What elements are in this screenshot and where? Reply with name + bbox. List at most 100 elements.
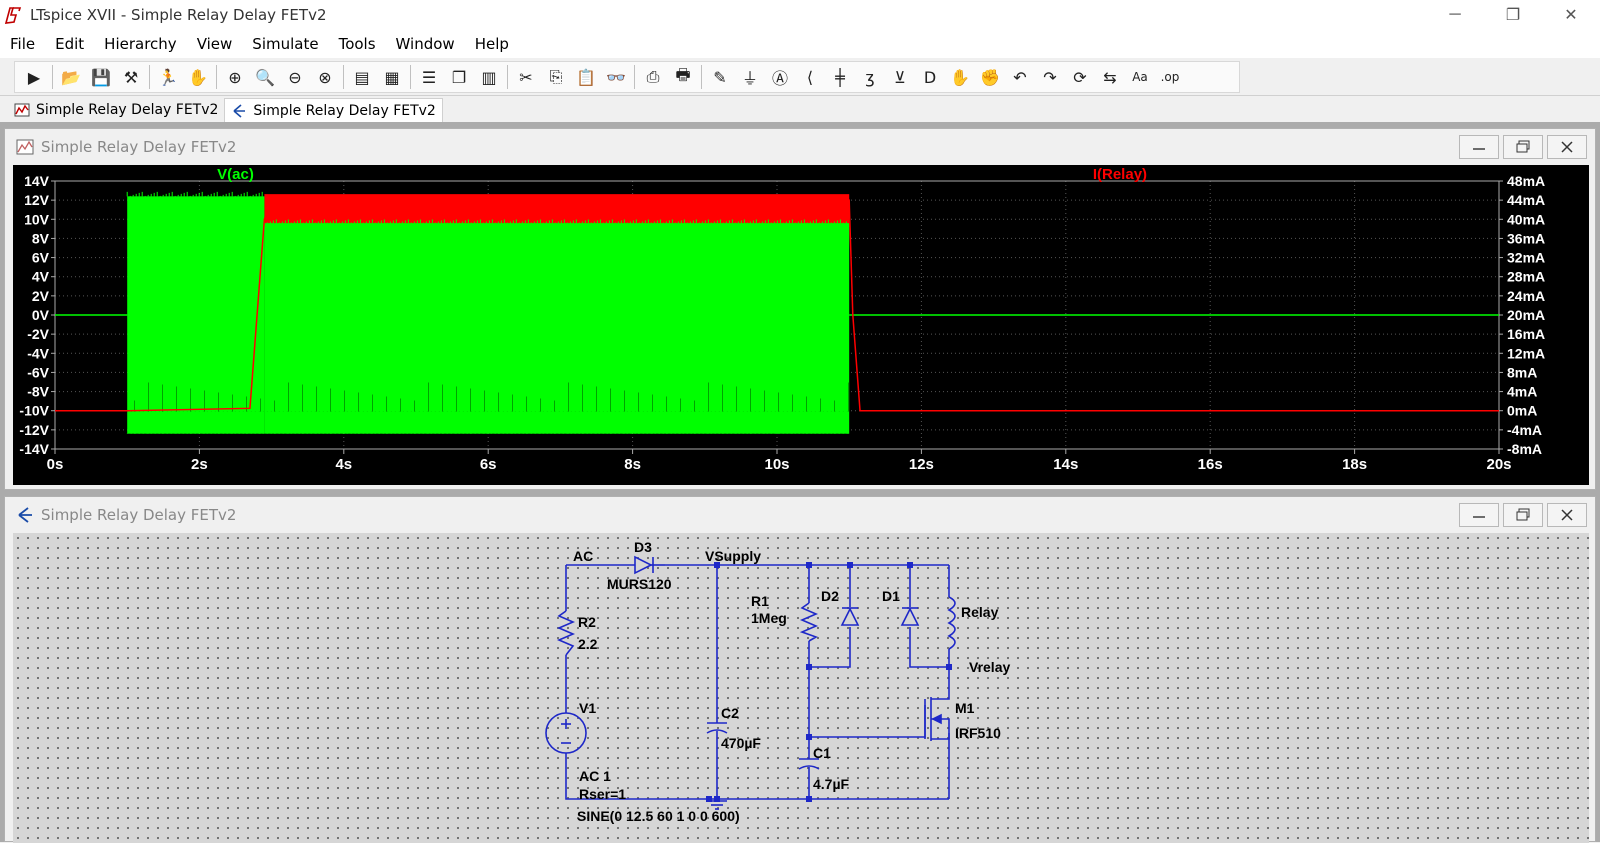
- diode-icon[interactable]: ⊻: [885, 63, 915, 91]
- grid-icon[interactable]: ▦: [377, 63, 407, 91]
- resistor-r2[interactable]: [556, 610, 576, 656]
- voltage-source-v1[interactable]: [545, 712, 587, 754]
- text-icon[interactable]: Aa: [1125, 63, 1155, 91]
- d3-value[interactable]: MURS120: [607, 576, 672, 592]
- wire-d1[interactable]: [909, 565, 949, 668]
- draw-wire-icon[interactable]: ✎: [705, 63, 735, 91]
- minimize-button[interactable]: ─: [1426, 0, 1484, 30]
- schematic-minimize-button[interactable]: [1459, 503, 1499, 527]
- y-right-tick-label: 36mA: [1507, 230, 1545, 246]
- c2-ref[interactable]: C2: [721, 705, 739, 721]
- d2-ref[interactable]: D2: [821, 588, 839, 604]
- capacitor-icon[interactable]: ╪: [825, 63, 855, 91]
- diode-d2[interactable]: [840, 607, 860, 626]
- menu-edit[interactable]: Edit: [45, 35, 94, 53]
- print-setup-icon[interactable]: ⎙: [638, 63, 668, 91]
- schematic-maximize-button[interactable]: [1503, 503, 1543, 527]
- component-icon[interactable]: D: [915, 63, 945, 91]
- wire-gate[interactable]: [809, 705, 926, 738]
- waveform-window-titlebar[interactable]: Simple Relay Delay FETv2: [5, 129, 1595, 165]
- y-left-tick-label: -10V: [19, 403, 49, 419]
- rotate-icon[interactable]: ⟳: [1065, 63, 1095, 91]
- wire-d2[interactable]: [809, 565, 851, 668]
- v1-line1[interactable]: AC 1: [579, 768, 611, 784]
- mosfet-m1[interactable]: [924, 693, 950, 741]
- halt-icon[interactable]: ✋: [183, 63, 213, 91]
- d3-ref[interactable]: D3: [634, 539, 652, 555]
- r2-value[interactable]: 2.2: [578, 636, 598, 652]
- relay-coil[interactable]: [947, 596, 956, 650]
- close-button[interactable]: ✕: [1542, 0, 1600, 30]
- net-label-ac[interactable]: AC: [573, 548, 593, 564]
- schematic-window-titlebar[interactable]: Simple Relay Delay FETv2: [5, 497, 1595, 533]
- d1-ref[interactable]: D1: [882, 588, 900, 604]
- toolbar-separator: [507, 65, 508, 89]
- print-icon-glyph: 🖶: [675, 64, 691, 84]
- open-icon[interactable]: 📂: [56, 63, 86, 91]
- net-label-vrelay[interactable]: Vrelay: [969, 659, 1010, 675]
- new-schematic-icon-glyph: ▶: [27, 67, 41, 87]
- diode-d3[interactable]: [634, 555, 665, 575]
- label-net-icon[interactable]: Ⓐ: [765, 63, 795, 91]
- cut-icon[interactable]: ✂: [511, 63, 541, 91]
- menu-tools[interactable]: Tools: [329, 35, 386, 53]
- spice-directive-icon[interactable]: .op: [1155, 63, 1185, 91]
- tile-horizontal-icon[interactable]: ☰: [414, 63, 444, 91]
- redo-icon[interactable]: ↷: [1035, 63, 1065, 91]
- menu-window[interactable]: Window: [386, 35, 465, 53]
- waveform-maximize-button[interactable]: [1503, 135, 1543, 159]
- c1-value[interactable]: 4.7µF: [813, 776, 850, 792]
- net-label-vsupply[interactable]: VSupply: [705, 548, 761, 564]
- tab-schematic[interactable]: Simple Relay Delay FETv2: [224, 98, 443, 122]
- menu-help[interactable]: Help: [465, 35, 519, 53]
- waveform-close-button[interactable]: [1547, 135, 1587, 159]
- menu-hierarchy[interactable]: Hierarchy: [94, 35, 187, 53]
- schematic-canvas[interactable]: AC VSupply Vrelay D3 MURS120 R2 2.2 V1 A…: [13, 533, 1589, 843]
- menu-file[interactable]: File: [0, 35, 45, 53]
- copy-icon[interactable]: ⎘: [541, 63, 571, 91]
- tile-vertical-icon[interactable]: ▥: [474, 63, 504, 91]
- undo-icon[interactable]: ↶: [1005, 63, 1035, 91]
- move-icon[interactable]: ✋: [945, 63, 975, 91]
- v1-line3[interactable]: SINE(0 12.5 60 1 0 0 600): [577, 808, 740, 824]
- m1-value[interactable]: IRF510: [955, 725, 1001, 741]
- save-icon[interactable]: 💾: [86, 63, 116, 91]
- r2-ref[interactable]: R2: [578, 614, 596, 630]
- c1-ref[interactable]: C1: [813, 745, 831, 761]
- waveform-minimize-button[interactable]: [1459, 135, 1499, 159]
- new-schematic-icon[interactable]: ▶: [19, 63, 49, 91]
- find-icon[interactable]: 👓: [601, 63, 631, 91]
- resistor-icon[interactable]: ⟨: [795, 63, 825, 91]
- schematic-window-title: Simple Relay Delay FETv2: [41, 506, 237, 524]
- tab-waveform[interactable]: Simple Relay Delay FETv2: [8, 98, 224, 122]
- restore-button[interactable]: ❐: [1484, 0, 1542, 30]
- y-left-tick-label: 12V: [24, 192, 50, 208]
- paste-icon[interactable]: 📋: [571, 63, 601, 91]
- zoom-in-icon[interactable]: ⊕: [220, 63, 250, 91]
- c2-value[interactable]: 470µF: [721, 735, 761, 751]
- menu-view[interactable]: View: [187, 35, 243, 53]
- r1-ref[interactable]: R1: [751, 593, 769, 609]
- schematic-close-button[interactable]: [1547, 503, 1587, 527]
- autorange-icon[interactable]: ▤: [347, 63, 377, 91]
- waveform-plot[interactable]: 0s 2s 4s 6s 8s 10s 12s 14s 16s 18s 20s 14V 12V 10V 8V 6…: [13, 165, 1589, 485]
- v1-line2[interactable]: Rser=1: [579, 786, 626, 802]
- menu-simulate[interactable]: Simulate: [242, 35, 328, 53]
- inductor-icon[interactable]: ʒ: [855, 63, 885, 91]
- zoom-out-icon[interactable]: ⊖: [280, 63, 310, 91]
- print-icon[interactable]: 🖶: [668, 63, 698, 91]
- zoom-area-icon[interactable]: 🔍: [250, 63, 280, 91]
- v1-ref[interactable]: V1: [579, 700, 596, 716]
- mirror-icon[interactable]: ⇆: [1095, 63, 1125, 91]
- drag-icon[interactable]: ✊: [975, 63, 1005, 91]
- relay-ref[interactable]: Relay: [961, 604, 999, 620]
- ground-icon[interactable]: ⏚: [735, 63, 765, 91]
- run-icon[interactable]: 🏃: [153, 63, 183, 91]
- m1-ref[interactable]: M1: [955, 700, 975, 716]
- control-panel-icon[interactable]: ⚒: [116, 63, 146, 91]
- zoom-fit-icon[interactable]: ⊗: [310, 63, 340, 91]
- r1-value[interactable]: 1Meg: [751, 610, 787, 626]
- diode-d1[interactable]: [900, 607, 920, 626]
- resistor-r1[interactable]: [799, 602, 819, 642]
- cascade-icon[interactable]: ❐: [444, 63, 474, 91]
